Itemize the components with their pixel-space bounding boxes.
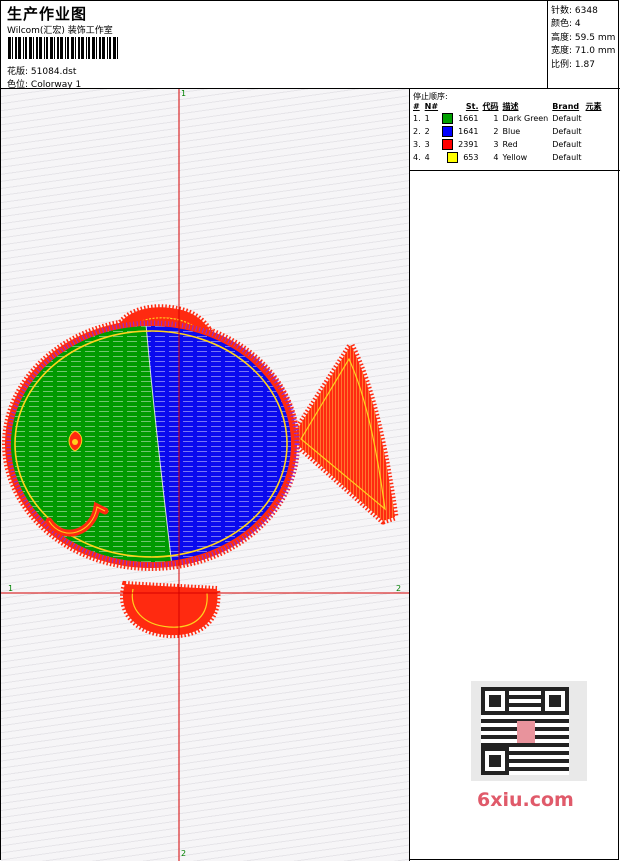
- spec-scale: 比例: 1.87: [551, 59, 595, 70]
- spec-stitches: 针数: 6348: [551, 6, 598, 16]
- col-element: 元素: [585, 102, 602, 111]
- legend-row: 2. 2 1641 2 Blue Default: [413, 126, 582, 137]
- legend-row: 4. 4 653 4 Yellow Default: [413, 152, 582, 163]
- design-canvas[interactable]: 1 2 1 2: [1, 89, 410, 861]
- col-description: 描述: [502, 102, 519, 111]
- body-fill: [11, 326, 291, 562]
- color-swatch: [447, 152, 459, 163]
- stop-sequence-legend: 停止顺序: # N# St. 代码 描述 Brand 元素 1. 1 1661: [410, 89, 620, 171]
- design-value: 51084.dst: [30, 67, 77, 77]
- col-code: 代码: [482, 102, 499, 111]
- legend-row: 3. 3 2391 3 Red Default: [413, 139, 582, 150]
- tail-fin: [287, 341, 399, 525]
- col-index: #: [413, 102, 420, 111]
- header: 生产作业图 Wilcom(汇宏) 装饰工作室 花版: 51084.dst 色位:…: [1, 1, 620, 90]
- studio-name: Wilcom(汇宏) 装饰工作室: [7, 26, 113, 36]
- legend-table: # N# St. 代码 描述 Brand 元素 1. 1 1661 1 Dark…: [411, 101, 604, 164]
- col-brand: Brand: [552, 102, 580, 111]
- bottom-fin: [120, 580, 221, 639]
- design-label: 花版:: [7, 67, 29, 77]
- v-axis-bottom-label: 2: [181, 849, 187, 858]
- barcode-icon: [8, 37, 118, 59]
- col-stitches: St.: [465, 102, 479, 111]
- color-swatch: [442, 139, 454, 150]
- color-swatch: [442, 126, 454, 137]
- col-number: N#: [424, 102, 439, 111]
- legend-header-row: # N# St. 代码 描述 Brand 元素: [411, 101, 604, 112]
- site-logo: 6xiu.com: [477, 789, 574, 811]
- spec-colors: 颜色: 4: [551, 19, 581, 30]
- qr-code-icon: [471, 681, 587, 781]
- v-axis-top-label: 1: [181, 89, 187, 98]
- production-sheet: 生产作业图 Wilcom(汇宏) 装饰工作室 花版: 51084.dst 色位:…: [0, 0, 620, 861]
- design-file-line: 花版: 51084.dst: [7, 64, 76, 77]
- legend-row: 1. 1 1661 1 Dark Green Default: [413, 113, 582, 124]
- fish-embroidery: [1, 89, 409, 861]
- h-axis-right-label: 2: [396, 584, 402, 593]
- sheet-title: 生产作业图: [7, 5, 88, 23]
- h-axis-left-label: 1: [8, 584, 14, 593]
- spec-width: 宽度: 71.0 mm: [551, 46, 616, 57]
- specs-panel: 针数: 6348 颜色: 4 高度: 59.5 mm 宽度: 71.0 mm 比…: [547, 1, 620, 89]
- spec-height: 高度: 59.5 mm: [551, 32, 616, 43]
- color-swatch: [442, 113, 454, 124]
